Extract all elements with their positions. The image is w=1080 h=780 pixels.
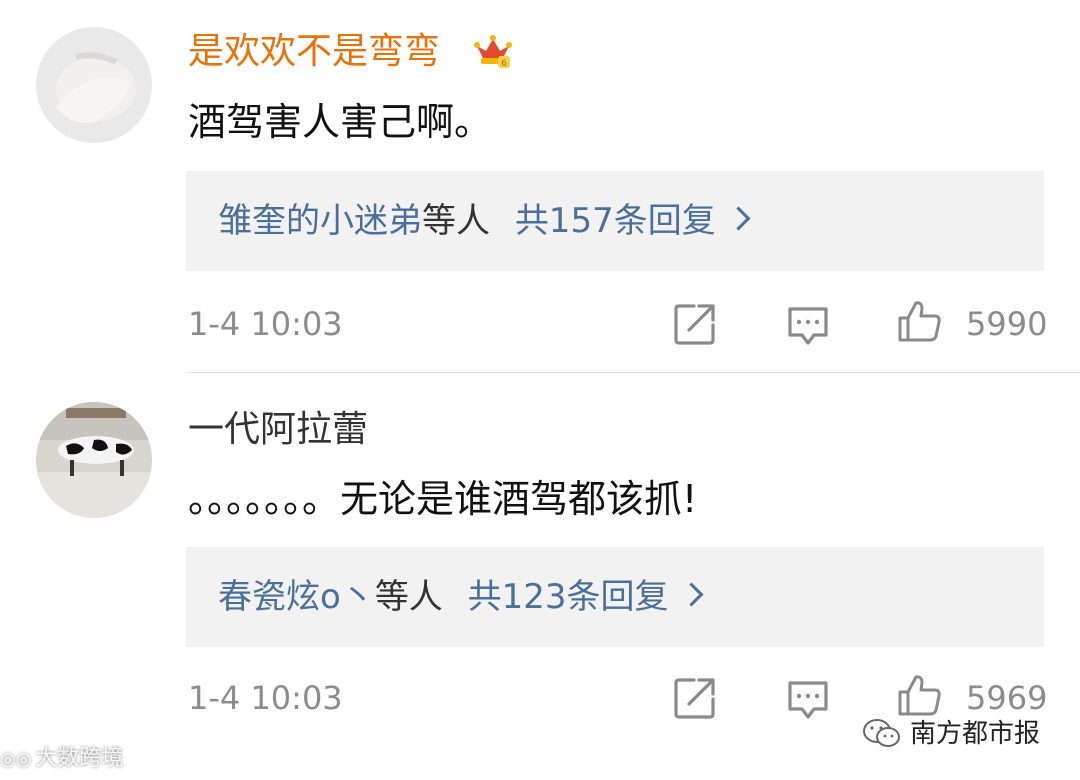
reply-preview[interactable]: 春瓷炫o丶等人 共123条回复 <box>186 547 1044 647</box>
repost-icon[interactable] <box>672 675 718 721</box>
reply-count[interactable]: 共123条回复 <box>468 577 669 617</box>
comment-content: 。。。。。。。无论是谁酒驾都该抓! <box>188 477 698 521</box>
watermark-left-text: 大数跨境 <box>35 746 124 771</box>
comment-icon[interactable] <box>785 677 831 723</box>
svg-text:6: 6 <box>501 59 507 69</box>
watermark-left: ◎◎ 大数跨境 <box>0 744 123 775</box>
avatar[interactable] <box>36 402 152 518</box>
comment-item: 是欢欢不是弯弯 6 酒驾害人害己啊。 雏奎的小迷弟等人 共157条回复 1-4 … <box>0 0 1080 372</box>
watermark-right: 南方都市报 <box>862 712 1040 756</box>
watermark-logo-icon: ◎◎ <box>0 749 32 770</box>
chevron-right-icon <box>679 582 704 607</box>
reply-mid-text: 等人 <box>422 201 490 241</box>
reply-mid-text: 等人 <box>374 577 443 617</box>
reply-preview-text: 雏奎的小迷弟等人 共157条回复 <box>218 199 751 243</box>
like-icon[interactable] <box>896 298 942 344</box>
chevron-right-icon <box>726 206 751 231</box>
reply-user[interactable]: 雏奎的小迷弟 <box>218 201 422 241</box>
wechat-icon <box>863 719 900 747</box>
comment-icon[interactable] <box>785 303 831 349</box>
reply-user[interactable]: 春瓷炫o丶 <box>218 577 375 617</box>
crown-icon: 6 <box>474 35 512 69</box>
reply-preview[interactable]: 雏奎的小迷弟等人 共157条回复 <box>186 171 1044 271</box>
comment-time: 1-4 10:03 <box>188 679 343 717</box>
repost-icon[interactable] <box>672 301 718 347</box>
username[interactable]: 一代阿拉蕾 <box>188 408 368 452</box>
comment-content: 酒驾害人害己啊。 <box>188 100 493 144</box>
avatar[interactable] <box>36 27 152 143</box>
watermark-right-text: 南方都市报 <box>910 719 1041 749</box>
like-count: 5990 <box>966 305 1048 343</box>
comment-time: 1-4 10:03 <box>188 305 343 343</box>
reply-preview-text: 春瓷炫o丶等人 共123条回复 <box>218 575 704 619</box>
username[interactable]: 是欢欢不是弯弯 <box>188 30 440 74</box>
reply-count[interactable]: 共157条回复 <box>515 201 716 241</box>
